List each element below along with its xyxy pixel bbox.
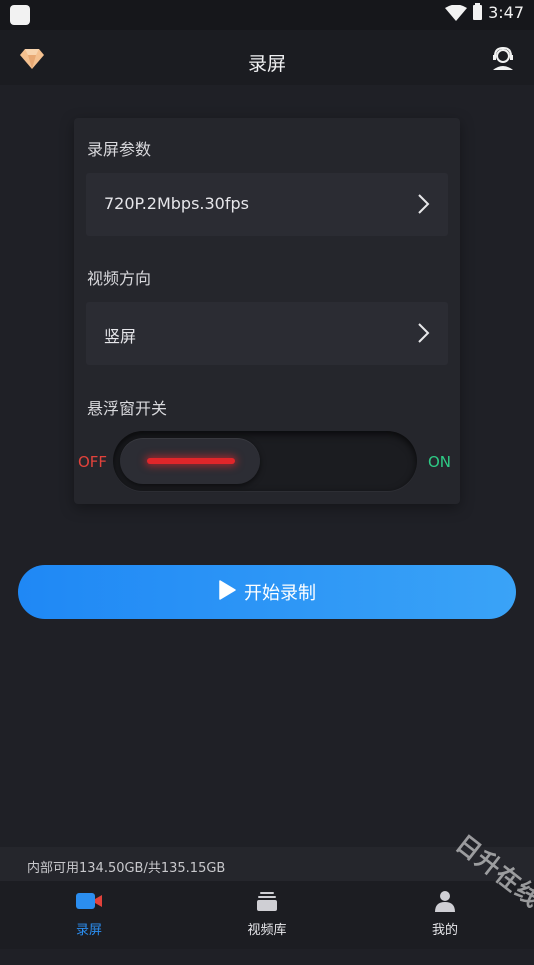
start-recording-label: 开始录制 [244, 583, 316, 604]
status-bar: 3:47 [0, 0, 534, 30]
orientation-value: 竖屏 [104, 327, 137, 346]
nav-label-library: 视频库 [247, 923, 287, 938]
storage-info: 内部可用134.50GB/共135.15GB [27, 861, 226, 876]
status-time: 3:47 [488, 3, 524, 22]
toggle-knob[interactable] [120, 438, 260, 484]
chevron-right-icon [416, 322, 430, 348]
nav-label-record: 录屏 [75, 923, 102, 938]
float-window-label: 悬浮窗开关 [87, 399, 168, 418]
params-selector[interactable]: 720P.2Mbps.30fps [86, 173, 448, 236]
battery-icon [473, 3, 483, 20]
page-title: 录屏 [247, 53, 286, 75]
status-indicators: 3:47 [445, 3, 524, 22]
notification-icon [10, 5, 30, 25]
toggle-indicator [147, 458, 235, 464]
start-recording-button[interactable]: 开始录制 [18, 565, 516, 619]
wifi-icon [445, 4, 468, 21]
camera-icon [49, 889, 129, 917]
toggle-on-label: ON [428, 453, 452, 471]
chevron-right-icon [416, 193, 430, 219]
float-window-toggle[interactable] [113, 431, 417, 491]
params-value: 720P.2Mbps.30fps [104, 194, 249, 213]
play-icon [218, 580, 236, 604]
nav-item-library[interactable]: 视频库 [227, 889, 307, 938]
toggle-off-label: OFF [78, 453, 108, 471]
params-label: 录屏参数 [87, 140, 152, 159]
nav-item-record[interactable]: 录屏 [49, 889, 129, 938]
customer-service-icon[interactable] [491, 46, 515, 75]
orientation-label: 视频方向 [87, 269, 152, 288]
orientation-selector[interactable]: 竖屏 [86, 302, 448, 365]
video-library-icon [227, 889, 307, 917]
